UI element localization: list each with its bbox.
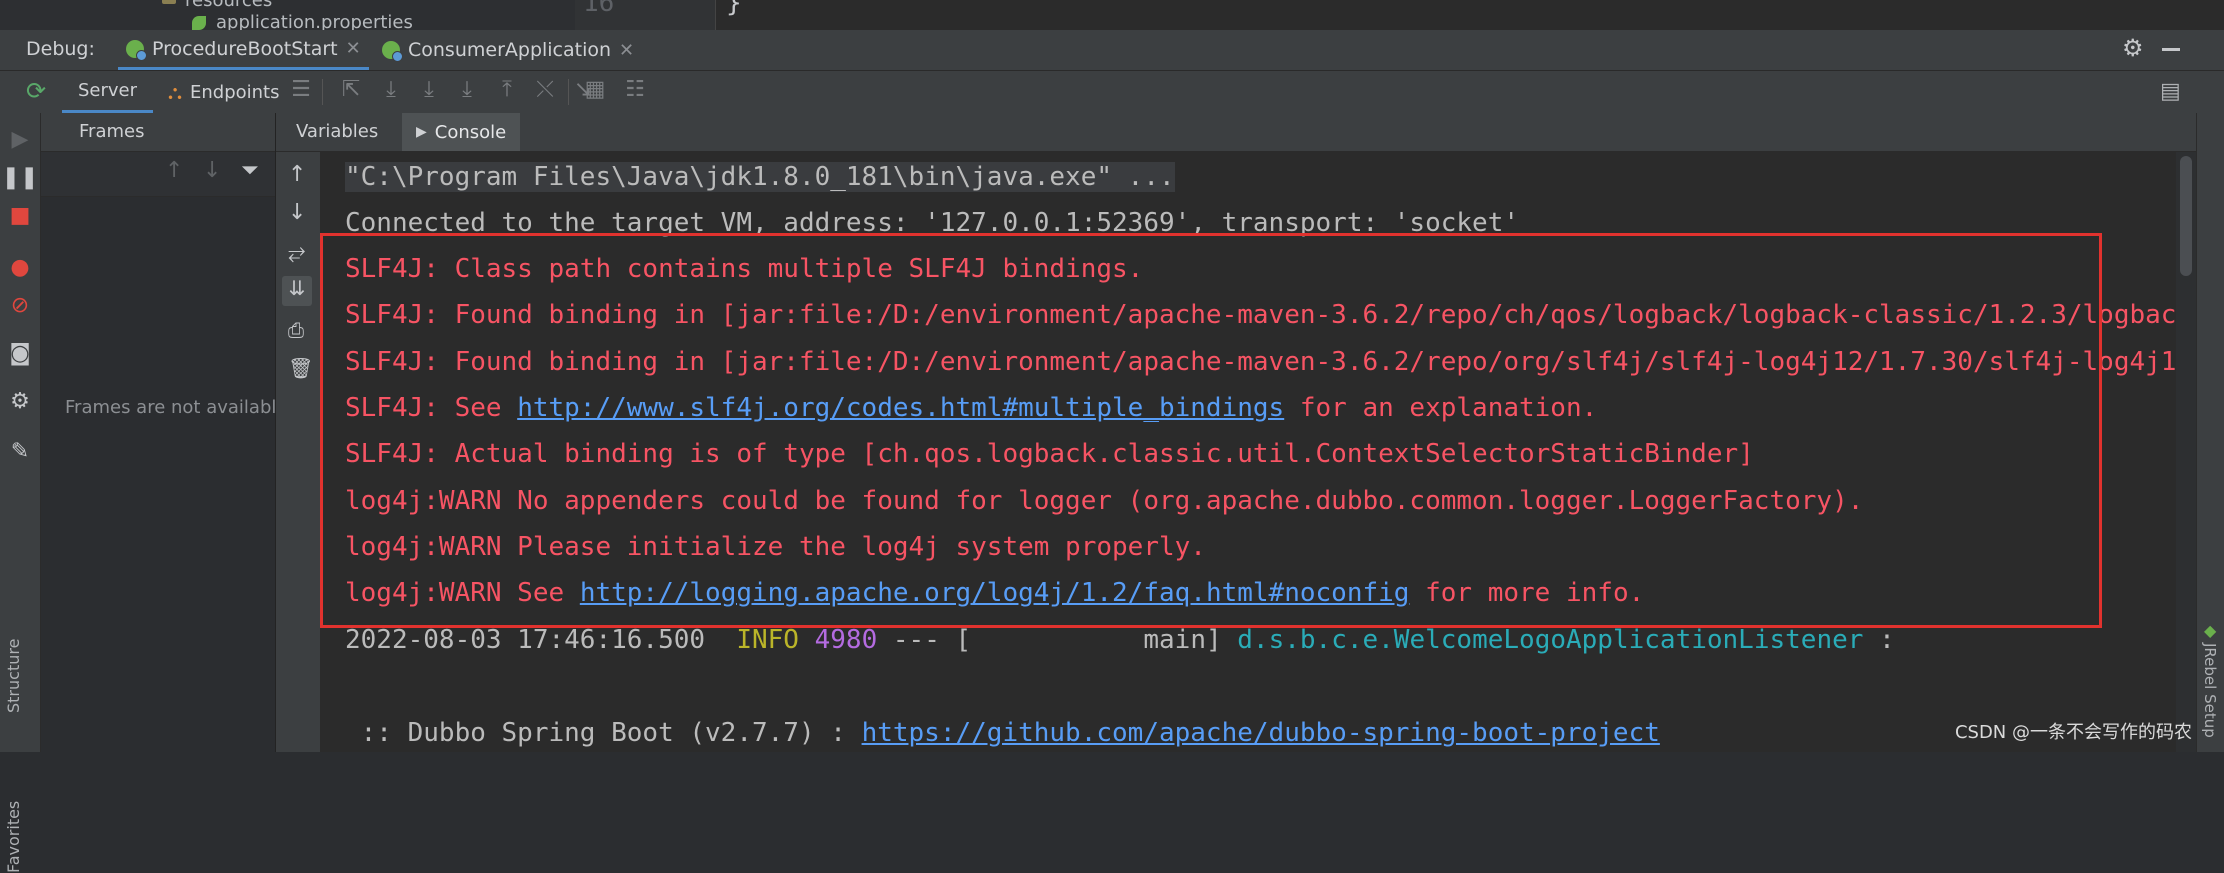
- project-tree-partial: resources application.properties: [0, 0, 575, 30]
- debug-tool-window-header: Debug: ProcedureBootStart ✕ ConsumerAppl…: [0, 30, 2224, 71]
- mute-breakpoints-icon[interactable]: ⊘: [0, 293, 40, 318]
- arrow-up-icon[interactable]: ↑: [165, 158, 183, 183]
- tab-console-label: Console: [434, 121, 507, 143]
- favorites-side-tab[interactable]: Favorites: [4, 801, 23, 873]
- console-line-dubbo-banner: :: Dubbo Spring Boot (v2.7.7) : https://…: [345, 718, 1660, 748]
- jrebel-side-tab[interactable]: JRebel Setup: [2201, 643, 2219, 738]
- spring-boot-icon: [126, 39, 147, 61]
- scrollbar-thumb[interactable]: [2180, 156, 2192, 276]
- show-execution-point-icon[interactable]: ⇱: [336, 77, 366, 102]
- step-out-icon[interactable]: ⤒: [492, 77, 522, 102]
- tab-endpoints[interactable]: ⛬ Endpoints: [160, 71, 288, 113]
- structure-side-tab[interactable]: Structure: [4, 639, 23, 713]
- tree-item-resources[interactable]: resources: [185, 0, 272, 11]
- right-tool-strip: ◆ JRebel Setup: [2196, 113, 2224, 752]
- variables-console-tabs: Variables ▶ Console: [276, 113, 2224, 152]
- close-icon[interactable]: ✕: [619, 40, 634, 61]
- debugger-toolbar: ⟳ Server ⛬ Endpoints ☰ ⇱ ⤓ ⤓ ⤓ ⤒ ⤬ ↘ ▦ ☷…: [0, 71, 2224, 114]
- evaluate-expression-icon[interactable]: ▦: [580, 77, 610, 102]
- settings-icon[interactable]: ⚙: [0, 389, 40, 414]
- csdn-watermark: CSDN @一条不会写作的码农: [1954, 722, 2192, 743]
- minimize-icon[interactable]: [2162, 48, 2180, 51]
- step-into-icon[interactable]: ⤓: [414, 77, 444, 102]
- force-step-into-icon[interactable]: ⤓: [452, 77, 482, 102]
- scroll-up-icon[interactable]: ↑: [288, 162, 306, 187]
- frames-empty-text: Frames are not available: [65, 397, 288, 418]
- tree-item-application-properties[interactable]: application.properties: [216, 12, 413, 30]
- view-breakpoints-icon[interactable]: ●: [0, 255, 40, 280]
- console-line-command: "C:\Program Files\Java\jdk1.8.0_181\bin\…: [345, 162, 1175, 192]
- filter-icon[interactable]: ⏷: [241, 158, 259, 183]
- scroll-to-end-icon[interactable]: ⇊: [282, 276, 312, 306]
- console-icon: ▶: [416, 124, 427, 140]
- code-line-brace: }: [726, 0, 742, 18]
- jrebel-icon: ◆: [2204, 621, 2217, 640]
- console-line-spring-log: 2022-08-03 17:46:16.500 INFO 4980 --- [ …: [345, 625, 1895, 655]
- frames-panel: Frames are not available: [41, 113, 287, 752]
- frames-toolbar: ↑ ↓ ⏷: [41, 152, 275, 197]
- tab-label: ProcedureBootStart: [152, 37, 338, 60]
- tab-label: ConsumerApplication: [408, 39, 612, 61]
- tab-server[interactable]: Server: [62, 71, 154, 113]
- stop-icon[interactable]: ■: [0, 203, 40, 228]
- pause-icon[interactable]: ❚❚: [0, 165, 40, 190]
- trash-icon[interactable]: 🗑: [288, 356, 313, 380]
- tab-server-label: Server: [78, 80, 138, 101]
- code-editor-partial[interactable]: }: [716, 0, 2224, 30]
- toolbar-separator: [568, 79, 569, 105]
- tab-console[interactable]: ▶ Console: [402, 113, 521, 151]
- camera-icon[interactable]: ◙: [0, 341, 40, 366]
- frames-header: Frames: [41, 113, 275, 152]
- line-number-gutter: 16: [575, 0, 715, 30]
- drop-frame-icon[interactable]: ⤬: [530, 77, 560, 102]
- tab-procedure-boot-start[interactable]: ProcedureBootStart ✕: [118, 30, 369, 70]
- debugger-side-toolbar: ▶ ❚❚ ■ ● ⊘ ◙ ⚙ ✎ Structure Favorites: [0, 113, 41, 873]
- resume-icon[interactable]: ▶: [0, 127, 40, 152]
- tab-consumer-application[interactable]: ConsumerApplication ✕: [374, 30, 642, 70]
- layout-icon[interactable]: ☰: [286, 77, 316, 102]
- debug-label: Debug:: [26, 38, 95, 60]
- print-icon[interactable]: ⎙: [288, 318, 304, 342]
- scroll-down-icon[interactable]: ↓: [288, 200, 306, 225]
- soft-wrap-icon[interactable]: ⥂: [288, 240, 306, 265]
- gear-icon[interactable]: ⚙: [2122, 34, 2144, 62]
- folder-icon: [162, 0, 176, 4]
- properties-leaf-icon: [192, 16, 206, 30]
- spring-boot-icon: [382, 41, 403, 62]
- error-highlight-box: [320, 233, 2102, 628]
- arrow-down-icon[interactable]: ↓: [203, 158, 221, 183]
- pin-icon[interactable]: ✎: [0, 439, 40, 464]
- step-over-icon[interactable]: ⤓: [376, 77, 406, 102]
- toolbar-separator: [322, 79, 323, 105]
- line-number: 16: [583, 0, 615, 18]
- console-toolbar: ↑ ↓ ⥂ ⇊ ⎙ 🗑: [276, 152, 321, 752]
- tab-variables[interactable]: Variables: [296, 121, 378, 142]
- dubbo-github-link[interactable]: https://github.com/apache/dubbo-spring-b…: [862, 718, 1660, 748]
- frames-title[interactable]: Frames: [79, 121, 144, 142]
- restore-layout-icon[interactable]: ▤: [2160, 79, 2181, 104]
- tab-endpoints-label: Endpoints: [190, 81, 280, 103]
- close-icon[interactable]: ✕: [346, 38, 361, 59]
- endpoints-icon: ⛬: [168, 80, 182, 104]
- rerun-icon[interactable]: ⟳: [26, 77, 46, 105]
- editor-top-strip: resources application.properties 16 }: [0, 0, 2224, 30]
- trace-icon[interactable]: ☷: [620, 77, 650, 102]
